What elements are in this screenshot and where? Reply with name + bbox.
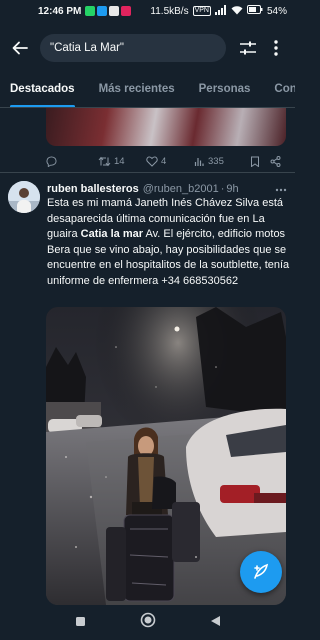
home-icon (140, 612, 155, 628)
tab-contenido[interactable]: Conteni (264, 70, 295, 107)
compose-icon (254, 563, 269, 579)
tab-mas-recientes[interactable]: Más recientes (89, 70, 175, 107)
tab-destacados[interactable]: Destacados (0, 70, 75, 107)
battery-percent: 54% (266, 5, 287, 17)
reply-button[interactable] (46, 155, 98, 167)
reply-icon (46, 155, 57, 167)
search-tabs: Destacados Más recientes Personas Conten… (0, 70, 295, 108)
system-nav-bar (0, 605, 295, 640)
tweet-more-button[interactable] (275, 183, 287, 195)
share-button[interactable] (270, 155, 281, 167)
search-header: "Catia La Mar" (0, 26, 295, 70)
share-icon (270, 155, 281, 167)
retweet-icon (98, 156, 111, 166)
network-speed: 11.5kB/s (150, 5, 189, 17)
avatar[interactable] (8, 181, 40, 213)
author-handle[interactable]: @ruben_b2001 (143, 183, 219, 195)
back-arrow-icon (12, 41, 28, 55)
compose-button[interactable] (240, 551, 282, 593)
retweet-button[interactable]: 14 (98, 156, 146, 167)
header-separator: · (220, 183, 225, 195)
home-button[interactable] (140, 612, 156, 633)
like-icon (146, 156, 158, 167)
retweet-count: 14 (114, 155, 125, 167)
vpn-badge: VPN (192, 6, 211, 16)
tweet-header: ruben ballesteros @ruben_b2001 · 9h (47, 181, 287, 197)
back-button[interactable] (0, 26, 40, 70)
search-input[interactable]: "Catia La Mar" (40, 34, 226, 62)
bookmark-icon (251, 156, 259, 167)
filter-icon (240, 41, 256, 55)
signal-icon (214, 4, 227, 18)
search-query: "Catia La Mar" (50, 42, 124, 54)
more-vertical-icon (274, 40, 278, 56)
battery-icon (246, 5, 263, 17)
tweet-time: 9h (226, 183, 239, 195)
search-highlight: Catia la mar (80, 228, 144, 241)
app-notification-icon (85, 6, 96, 16)
tweet-text: Esta es mi mamá Janeth Inés Chávez Silva… (47, 196, 290, 290)
views-button[interactable]: 335 (194, 156, 250, 167)
like-count: 4 (161, 155, 167, 167)
status-bar: 12:46 PM 11.5kB/s VPN 54% (0, 0, 295, 22)
bookmark-button[interactable] (250, 156, 270, 167)
tweet-divider (0, 172, 295, 173)
recents-button[interactable] (75, 614, 86, 632)
author-name[interactable]: ruben ballesteros (47, 183, 139, 195)
filter-button[interactable] (234, 26, 262, 70)
more-horizontal-icon (275, 188, 287, 192)
status-time: 12:46 PM (38, 5, 82, 17)
more-options-button[interactable] (262, 26, 290, 70)
views-count: 335 (208, 155, 224, 167)
like-button[interactable]: 4 (146, 156, 194, 167)
previous-tweet-actions: 14 4 335 (46, 152, 286, 170)
back-triangle-icon (210, 615, 220, 626)
back-system-button[interactable] (210, 614, 221, 632)
views-icon (194, 157, 204, 166)
tab-personas[interactable]: Personas (189, 70, 251, 107)
recents-icon (75, 616, 85, 626)
app-notification-icon (97, 6, 108, 16)
app-notification-icon (121, 6, 132, 16)
previous-tweet-media[interactable] (46, 108, 286, 146)
wifi-icon (231, 5, 243, 18)
app-notification-icon (109, 6, 120, 16)
